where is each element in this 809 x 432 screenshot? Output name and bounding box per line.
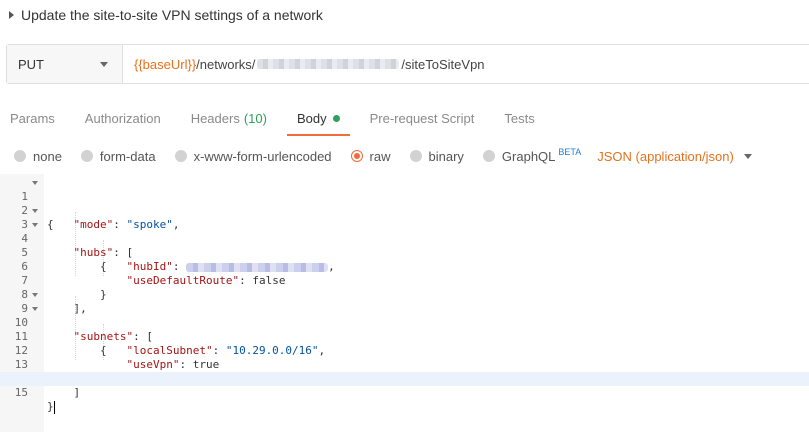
- code-line: 9 "subnets": [: [0, 288, 809, 343]
- request-tabs: Params Authorization Headers (10) Body P…: [0, 100, 809, 136]
- code-text: }: [47, 400, 55, 414]
- tab-tests-label: Tests: [504, 110, 535, 126]
- code-line: 8 ],: [0, 274, 809, 315]
- code-line: 5 "hubId": ,: [0, 232, 809, 273]
- body-option-label: x-www-form-urlencoded: [193, 148, 332, 164]
- radio-icon[interactable]: [14, 150, 26, 162]
- body-option-urlencoded[interactable]: x-www-form-urlencoded: [174, 148, 332, 164]
- radio-icon[interactable]: [80, 150, 93, 162]
- body-option-raw[interactable]: raw: [350, 148, 391, 164]
- tab-headers-label: Headers: [190, 110, 240, 126]
- body-option-form-data[interactable]: form-data: [80, 148, 156, 164]
- code-line: 14 ]: [0, 358, 809, 399]
- radio-icon[interactable]: [174, 150, 187, 162]
- body-option-label: none: [33, 148, 62, 164]
- method-label: PUT: [18, 56, 44, 72]
- tab-authorization-label: Authorization: [84, 110, 161, 126]
- code-line: 6 "useDefaultRoute": false: [0, 246, 809, 287]
- beta-badge: BETA: [558, 147, 582, 157]
- body-option-label: form-data: [99, 148, 156, 164]
- content-type-select[interactable]: JSON (application/json): [597, 149, 752, 164]
- tab-body-label: Body: [296, 110, 327, 126]
- request-title: Update the site-to-site VPN settings of …: [21, 7, 323, 23]
- body-option-label: GraphQL: [501, 148, 556, 164]
- code-line: 4 {: [0, 218, 809, 273]
- fold-arrow-icon[interactable]: [32, 223, 38, 227]
- code-line: 3 "hubs": [: [0, 204, 809, 259]
- fold-arrow-icon[interactable]: [32, 181, 38, 185]
- code-line: 11 "localSubnet": "10.29.0.0/16",: [0, 316, 809, 357]
- body-option-label: raw: [369, 148, 391, 164]
- tab-body[interactable]: Body: [286, 100, 350, 136]
- fold-arrow-icon[interactable]: [32, 209, 38, 213]
- url-suffix: /siteToSiteVpn: [401, 56, 485, 72]
- code-line: 10 {: [0, 302, 809, 357]
- radio-icon[interactable]: [409, 150, 422, 162]
- url-bar: PUT {{baseUrl}} /networks/ /siteToSiteVp…: [6, 44, 809, 84]
- fold-arrow-icon[interactable]: [32, 293, 38, 297]
- tab-params[interactable]: Params: [0, 100, 65, 136]
- body-option-none[interactable]: none: [14, 149, 62, 164]
- body-indicator-dot-icon: [332, 114, 340, 122]
- body-type-options: none form-data x-www-form-urlencoded raw…: [14, 144, 752, 168]
- url-variable: {{baseUrl}}: [134, 56, 197, 72]
- tab-authorization[interactable]: Authorization: [75, 100, 171, 136]
- url-prefix: /networks/: [196, 56, 256, 72]
- body-option-label: binary: [428, 148, 464, 164]
- line-number: 15: [14, 386, 28, 399]
- caret-right-icon[interactable]: [9, 11, 14, 19]
- chevron-down-icon: [100, 61, 108, 67]
- body-option-binary[interactable]: binary: [409, 148, 464, 164]
- body-option-graphql[interactable]: GraphQL BETA: [482, 147, 582, 164]
- redacted-network-id: [257, 59, 400, 69]
- text-cursor: [53, 400, 55, 414]
- code-line: 1 {: [0, 176, 809, 231]
- code-line: 13 }: [0, 344, 809, 385]
- code-line-current: 15 }: [0, 372, 809, 414]
- code-line: 2 "mode": "spoke",: [0, 190, 809, 231]
- method-select[interactable]: PUT: [7, 45, 123, 83]
- headers-count-badge: (10): [243, 110, 267, 126]
- code-editor[interactable]: 1 { 2 "mode": "spoke", 3 "hubs": [ 4 { 5…: [0, 174, 809, 432]
- tab-params-label: Params: [10, 110, 55, 126]
- chevron-down-icon: [743, 153, 752, 159]
- code-line: 7 }: [0, 260, 809, 301]
- fold-arrow-icon[interactable]: [32, 307, 38, 311]
- url-input[interactable]: {{baseUrl}} /networks/ /siteToSiteVpn: [123, 45, 809, 83]
- content-type-label: JSON (application/json): [597, 148, 734, 164]
- code-line: 12 "useVpn": true: [0, 330, 809, 371]
- request-title-row[interactable]: Update the site-to-site VPN settings of …: [0, 0, 809, 30]
- radio-selected-icon[interactable]: [350, 150, 363, 162]
- tab-tests[interactable]: Tests: [494, 100, 544, 136]
- radio-icon[interactable]: [482, 150, 495, 162]
- code-text: ]: [47, 386, 81, 399]
- tab-pre-request-script[interactable]: Pre-request Script: [360, 100, 485, 136]
- tab-pre-request-script-label: Pre-request Script: [369, 110, 475, 126]
- tab-headers[interactable]: Headers (10): [181, 100, 277, 136]
